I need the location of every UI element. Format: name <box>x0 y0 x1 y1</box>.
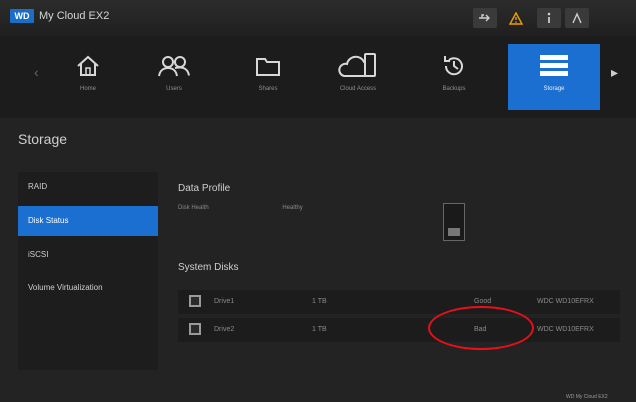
nav-item-backups[interactable]: Backups <box>414 44 494 110</box>
table-row[interactable]: Drive1 1 TB Good WDC WD10EFRX <box>178 290 620 314</box>
folder-icon <box>228 50 308 82</box>
disk-health-value: Healthy <box>282 205 303 211</box>
top-bar: WD My Cloud EX2 <box>0 0 636 36</box>
nav-label: Storage <box>543 86 565 92</box>
data-profile-labels: Disk Health Healthy <box>178 205 375 211</box>
storage-icon <box>508 50 600 82</box>
usb-icon[interactable] <box>473 8 497 28</box>
nav-item-home[interactable]: Home <box>48 44 128 110</box>
nav-item-cloud-access[interactable]: Cloud Access <box>318 44 398 110</box>
home-icon <box>48 50 128 82</box>
disk-size: 1 TB <box>312 326 327 333</box>
nav-label: Cloud Access <box>339 86 377 92</box>
nav-label: Shares <box>258 86 278 92</box>
submenu-item-iscsi[interactable]: iSCSI <box>18 244 158 266</box>
warning-icon[interactable] <box>504 8 528 28</box>
data-profile-title: Data Profile <box>178 183 231 194</box>
wd-logo: WD <box>10 9 34 23</box>
backup-icon <box>414 50 494 82</box>
submenu-item-volume-virtualization[interactable]: Volume Virtualization <box>18 277 158 299</box>
submenu-item-disk-status[interactable]: Disk Status <box>18 206 158 236</box>
nav-label: Backups <box>442 86 466 92</box>
cloud-access-icon <box>318 50 398 82</box>
main-nav: ‹ Home Users Shares Cloud Access Backups <box>0 36 636 118</box>
level-fill <box>448 228 460 236</box>
disk-status: Good <box>474 298 492 305</box>
user-icon[interactable] <box>565 8 589 28</box>
footer-text: WD My Cloud EX2 <box>566 394 608 400</box>
system-disks-title: System Disks <box>178 262 239 273</box>
disk-size: 1 TB <box>312 298 327 305</box>
users-icon <box>134 50 214 82</box>
disk-health-label: Disk Health <box>178 205 209 211</box>
submenu-item-raid[interactable]: RAID <box>18 176 158 198</box>
disk-model: WDC WD10EFRX <box>537 298 594 305</box>
nav-item-shares[interactable]: Shares <box>228 44 308 110</box>
nav-label: Home <box>79 86 96 92</box>
storage-submenu: RAID Disk Status iSCSI Volume Virtualiza… <box>18 172 158 370</box>
nav-label: Users <box>166 86 182 92</box>
nav-item-storage[interactable]: Storage <box>508 44 600 110</box>
data-profile-level-bar <box>443 203 465 241</box>
nav-prev-icon[interactable]: ‹ <box>34 64 39 80</box>
drive-icon <box>189 323 201 335</box>
page-title: Storage <box>18 131 68 147</box>
app-title: My Cloud EX2 <box>39 10 110 22</box>
nav-next-icon[interactable]: ▸ <box>611 64 618 81</box>
disk-name: Drive1 <box>214 298 235 305</box>
nav-item-users[interactable]: Users <box>134 44 214 110</box>
drive-icon <box>189 295 201 307</box>
table-row[interactable]: Drive2 1 TB Bad WDC WD10EFRX <box>178 318 620 342</box>
annotation-circle <box>428 306 534 350</box>
disk-model: WDC WD10EFRX <box>537 326 594 333</box>
help-icon[interactable] <box>537 8 561 28</box>
disk-name: Drive2 <box>214 326 235 333</box>
